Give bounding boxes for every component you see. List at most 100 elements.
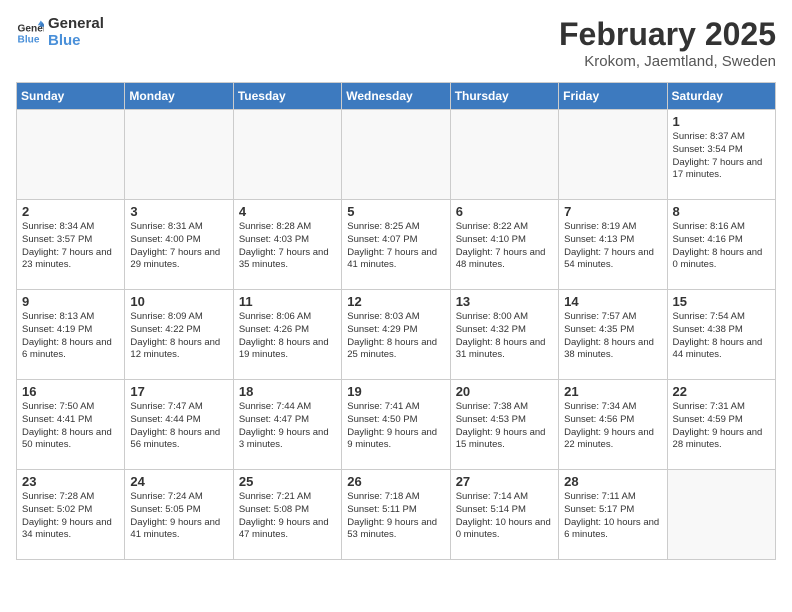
day-info: Sunrise: 8:31 AM Sunset: 4:00 PM Dayligh… bbox=[130, 221, 227, 272]
day-info: Sunrise: 7:54 AM Sunset: 4:38 PM Dayligh… bbox=[673, 311, 770, 362]
calendar-cell: 1 Sunrise: 8:37 AM Sunset: 3:54 PM Daylig… bbox=[667, 110, 775, 200]
calendar-cell bbox=[17, 110, 125, 200]
day-info: Sunrise: 7:50 AM Sunset: 4:41 PM Dayligh… bbox=[22, 401, 119, 452]
calendar-cell: 10Sunrise: 8:09 AM Sunset: 4:22 PM Dayli… bbox=[125, 290, 233, 380]
location: Krokom, Jaemtland, Sweden bbox=[559, 53, 776, 70]
day-info: Sunrise: 7:11 AM Sunset: 5:17 PM Dayligh… bbox=[564, 491, 661, 542]
weekday-header-tuesday: Tuesday bbox=[233, 83, 341, 110]
calendar-cell bbox=[450, 110, 558, 200]
day-number: 9 bbox=[22, 294, 119, 309]
logo-icon: General Blue bbox=[16, 19, 44, 47]
calendar-cell: 28 Sunrise: 7:11 AM Sunset: 5:17 PM Dayli… bbox=[559, 470, 667, 560]
day-number: 12 bbox=[347, 294, 444, 309]
calendar-cell: 17 Sunrise: 7:47 AM Sunset: 4:44 PM Dayli… bbox=[125, 380, 233, 470]
week-row-5: 23 Sunrise: 7:28 AM Sunset: 5:02 PM Dayli… bbox=[17, 470, 776, 560]
day-number: 16 bbox=[22, 384, 119, 399]
calendar-cell bbox=[125, 110, 233, 200]
calendar-cell: 25 Sunrise: 7:21 AM Sunset: 5:08 PM Dayli… bbox=[233, 470, 341, 560]
month-year: February 2025 bbox=[559, 16, 776, 53]
calendar-cell: 23 Sunrise: 7:28 AM Sunset: 5:02 PM Dayli… bbox=[17, 470, 125, 560]
calendar-cell: 26 Sunrise: 7:18 AM Sunset: 5:11 PM Dayli… bbox=[342, 470, 450, 560]
day-number: 5 bbox=[347, 204, 444, 219]
weekday-header-friday: Friday bbox=[559, 83, 667, 110]
day-number: 6 bbox=[456, 204, 553, 219]
day-info: Sunrise: 7:44 AM Sunset: 4:47 PM Dayligh… bbox=[239, 401, 336, 452]
calendar-cell: 19 Sunrise: 7:41 AM Sunset: 4:50 PM Dayli… bbox=[342, 380, 450, 470]
day-info: Sunrise: 7:24 AM Sunset: 5:05 PM Dayligh… bbox=[130, 491, 227, 542]
day-info: Sunrise: 7:28 AM Sunset: 5:02 PM Dayligh… bbox=[22, 491, 119, 542]
day-number: 15 bbox=[673, 294, 770, 309]
day-number: 20 bbox=[456, 384, 553, 399]
day-number: 4 bbox=[239, 204, 336, 219]
calendar-cell: 22 Sunrise: 7:31 AM Sunset: 4:59 PM Dayli… bbox=[667, 380, 775, 470]
day-number: 7 bbox=[564, 204, 661, 219]
logo-line1: General bbox=[48, 16, 104, 33]
svg-text:Blue: Blue bbox=[18, 34, 40, 45]
week-row-3: 9Sunrise: 8:13 AM Sunset: 4:19 PM Daylig… bbox=[17, 290, 776, 380]
calendar-cell: 24 Sunrise: 7:24 AM Sunset: 5:05 PM Dayli… bbox=[125, 470, 233, 560]
day-info: Sunrise: 7:57 AM Sunset: 4:35 PM Dayligh… bbox=[564, 311, 661, 362]
calendar-cell: 2 Sunrise: 8:34 AM Sunset: 3:57 PM Daylig… bbox=[17, 200, 125, 290]
day-info: Sunrise: 7:41 AM Sunset: 4:50 PM Dayligh… bbox=[347, 401, 444, 452]
day-info: Sunrise: 7:31 AM Sunset: 4:59 PM Dayligh… bbox=[673, 401, 770, 452]
logo-line2: Blue bbox=[48, 33, 104, 50]
day-number: 19 bbox=[347, 384, 444, 399]
day-info: Sunrise: 8:00 AM Sunset: 4:32 PM Dayligh… bbox=[456, 311, 553, 362]
day-number: 3 bbox=[130, 204, 227, 219]
calendar-cell: 20 Sunrise: 7:38 AM Sunset: 4:53 PM Dayli… bbox=[450, 380, 558, 470]
calendar-cell: 8Sunrise: 8:16 AM Sunset: 4:16 PM Daylig… bbox=[667, 200, 775, 290]
weekday-header-sunday: Sunday bbox=[17, 83, 125, 110]
calendar-cell bbox=[233, 110, 341, 200]
day-number: 26 bbox=[347, 474, 444, 489]
calendar-cell: 4Sunrise: 8:28 AM Sunset: 4:03 PM Daylig… bbox=[233, 200, 341, 290]
day-info: Sunrise: 8:06 AM Sunset: 4:26 PM Dayligh… bbox=[239, 311, 336, 362]
weekday-header-monday: Monday bbox=[125, 83, 233, 110]
calendar-cell: 14 Sunrise: 7:57 AM Sunset: 4:35 PM Dayli… bbox=[559, 290, 667, 380]
day-number: 24 bbox=[130, 474, 227, 489]
calendar-cell: 7 Sunrise: 8:19 AM Sunset: 4:13 PM Daylig… bbox=[559, 200, 667, 290]
week-row-1: 1 Sunrise: 8:37 AM Sunset: 3:54 PM Daylig… bbox=[17, 110, 776, 200]
calendar-cell: 21 Sunrise: 7:34 AM Sunset: 4:56 PM Dayli… bbox=[559, 380, 667, 470]
day-info: Sunrise: 8:19 AM Sunset: 4:13 PM Dayligh… bbox=[564, 221, 661, 272]
day-number: 25 bbox=[239, 474, 336, 489]
day-number: 1 bbox=[673, 114, 770, 129]
weekday-header-wednesday: Wednesday bbox=[342, 83, 450, 110]
week-row-4: 16 Sunrise: 7:50 AM Sunset: 4:41 PM Dayli… bbox=[17, 380, 776, 470]
header: General Blue General Blue February 2025 … bbox=[16, 16, 776, 70]
day-info: Sunrise: 7:47 AM Sunset: 4:44 PM Dayligh… bbox=[130, 401, 227, 452]
day-info: Sunrise: 7:21 AM Sunset: 5:08 PM Dayligh… bbox=[239, 491, 336, 542]
day-info: Sunrise: 8:16 AM Sunset: 4:16 PM Dayligh… bbox=[673, 221, 770, 272]
day-number: 22 bbox=[673, 384, 770, 399]
day-number: 23 bbox=[22, 474, 119, 489]
day-number: 11 bbox=[239, 294, 336, 309]
day-number: 2 bbox=[22, 204, 119, 219]
calendar-cell: 9Sunrise: 8:13 AM Sunset: 4:19 PM Daylig… bbox=[17, 290, 125, 380]
day-number: 18 bbox=[239, 384, 336, 399]
logo: General Blue General Blue bbox=[16, 16, 104, 49]
calendar-cell: 15 Sunrise: 7:54 AM Sunset: 4:38 PM Dayli… bbox=[667, 290, 775, 380]
day-info: Sunrise: 7:14 AM Sunset: 5:14 PM Dayligh… bbox=[456, 491, 553, 542]
day-info: Sunrise: 7:18 AM Sunset: 5:11 PM Dayligh… bbox=[347, 491, 444, 542]
calendar-cell: 11 Sunrise: 8:06 AM Sunset: 4:26 PM Dayli… bbox=[233, 290, 341, 380]
day-number: 17 bbox=[130, 384, 227, 399]
weekday-header-saturday: Saturday bbox=[667, 83, 775, 110]
day-number: 13 bbox=[456, 294, 553, 309]
calendar-cell: 27Sunrise: 7:14 AM Sunset: 5:14 PM Dayli… bbox=[450, 470, 558, 560]
calendar-cell: 16 Sunrise: 7:50 AM Sunset: 4:41 PM Dayli… bbox=[17, 380, 125, 470]
day-info: Sunrise: 8:09 AM Sunset: 4:22 PM Dayligh… bbox=[130, 311, 227, 362]
calendar-cell bbox=[342, 110, 450, 200]
calendar-cell: 13 Sunrise: 8:00 AM Sunset: 4:32 PM Dayli… bbox=[450, 290, 558, 380]
calendar-cell: 6Sunrise: 8:22 AM Sunset: 4:10 PM Daylig… bbox=[450, 200, 558, 290]
day-number: 28 bbox=[564, 474, 661, 489]
day-info: Sunrise: 7:38 AM Sunset: 4:53 PM Dayligh… bbox=[456, 401, 553, 452]
day-info: Sunrise: 8:37 AM Sunset: 3:54 PM Dayligh… bbox=[673, 131, 770, 182]
day-number: 21 bbox=[564, 384, 661, 399]
calendar-cell: 18 Sunrise: 7:44 AM Sunset: 4:47 PM Dayli… bbox=[233, 380, 341, 470]
calendar-cell bbox=[667, 470, 775, 560]
calendar-cell bbox=[559, 110, 667, 200]
day-info: Sunrise: 7:34 AM Sunset: 4:56 PM Dayligh… bbox=[564, 401, 661, 452]
day-info: Sunrise: 8:34 AM Sunset: 3:57 PM Dayligh… bbox=[22, 221, 119, 272]
calendar-cell: 5Sunrise: 8:25 AM Sunset: 4:07 PM Daylig… bbox=[342, 200, 450, 290]
day-info: Sunrise: 8:03 AM Sunset: 4:29 PM Dayligh… bbox=[347, 311, 444, 362]
day-number: 14 bbox=[564, 294, 661, 309]
